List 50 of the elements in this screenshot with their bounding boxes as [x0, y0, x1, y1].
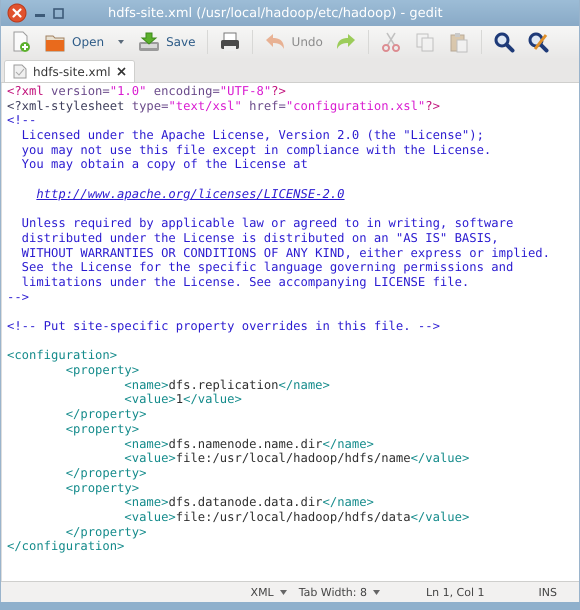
code-line: <configuration>: [7, 348, 118, 364]
code-line: WITHOUT WARRANTIES OR CONDITIONS OF ANY KIND, either express or implied.: [20, 246, 550, 260]
code-line: <property>: [64, 363, 140, 378]
close-icon[interactable]: [7, 3, 27, 23]
search-replace-icon: [526, 31, 549, 53]
code-line: -->: [7, 290, 30, 304]
close-icon[interactable]: [116, 67, 126, 76]
code-line: <property>: [64, 480, 140, 496]
caret-icon: [117, 39, 126, 45]
clipboard-icon: [448, 31, 470, 53]
code-line: <!--: [7, 113, 36, 128]
code-line: limitations under the License. See accompanying LICENSE file.: [20, 274, 470, 290]
code-line: Unless required by applicable law or agreed to in writing, software: [20, 216, 514, 231]
code-line: <property>: [64, 422, 140, 436]
code-line: </property>: [64, 524, 146, 540]
code-line: Licensed under the Apache License, Version 2.0 (the "License");: [20, 128, 484, 143]
code-line: <name>dfs.replication</name>: [123, 378, 330, 392]
code-line: </property>: [64, 466, 146, 481]
document-icon: [13, 64, 27, 79]
code-line: <value>file:/usr/local/hadoop/hdfs/name</value>: [123, 451, 470, 466]
search-icon: [492, 31, 515, 53]
toolbar-button[interactable]: Open: [39, 29, 110, 55]
code-line: <?xml-stylesheet type="text/xsl" href="configuration.xsl"?>: [7, 98, 440, 114]
code-line: <value>1</value>: [123, 392, 242, 408]
window-title: hdfs-site.xml (/usr/local/hadoop/etc/hadoop) - gedit: [108, 6, 443, 20]
status-dropdown[interactable]: XML: [244, 586, 293, 598]
code-line: </configuration>: [7, 539, 124, 554]
toolbar-button[interactable]: Save: [133, 29, 201, 55]
save-icon: [138, 31, 160, 53]
code-line: you may not use this file except in compliance with the License.: [20, 142, 492, 158]
maximize-icon[interactable]: [53, 8, 64, 18]
code-line: You may obtain a copy of the License at: [20, 157, 308, 172]
code-line: distributed under the License is distributed on an "AS IS" BASIS,: [20, 230, 499, 246]
code-line: </property>: [64, 407, 146, 422]
status-text: INS: [538, 586, 558, 598]
code-line: <name>dfs.datanode.data.dir</name>: [123, 495, 374, 510]
text-editor[interactable]: [1, 83, 579, 581]
copy-icon: [414, 31, 436, 53]
code-line: <name>dfs.namenode.name.dir</name>: [123, 436, 374, 452]
code-line: <?xml version="1.0" encoding="UTF-8"?>: [7, 84, 286, 99]
code-line: <value>file:/usr/local/hadoop/hdfs/data</value>: [123, 510, 470, 525]
status-dropdown[interactable]: Tab Width: 8: [292, 586, 386, 598]
status-text: Ln 1, Col 1: [424, 586, 486, 598]
caret-icon: [280, 590, 287, 594]
code-line: <!-- Put site-specific property overrides in this file. -->: [7, 319, 440, 334]
code-line: http://www.apache.org/licenses/LICENSE-2.0: [35, 186, 345, 202]
document-tab[interactable]: hdfs-site.xml: [4, 60, 135, 82]
caret-icon: [372, 590, 380, 594]
code-line: See the License for the specific language governing permissions and: [20, 260, 514, 275]
scissors-icon: [380, 31, 402, 53]
